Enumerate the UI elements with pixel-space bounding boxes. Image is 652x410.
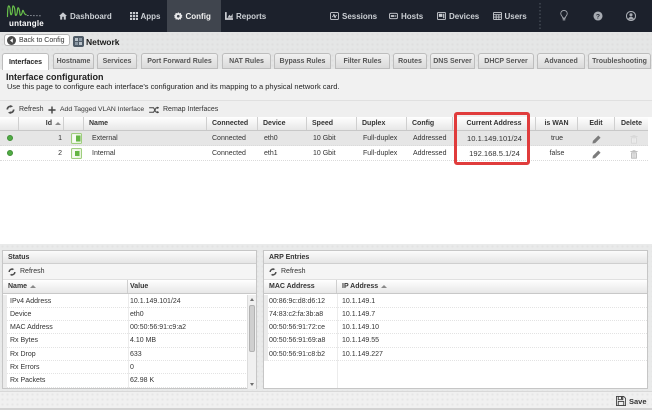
svg-text:?: ? — [596, 13, 600, 20]
